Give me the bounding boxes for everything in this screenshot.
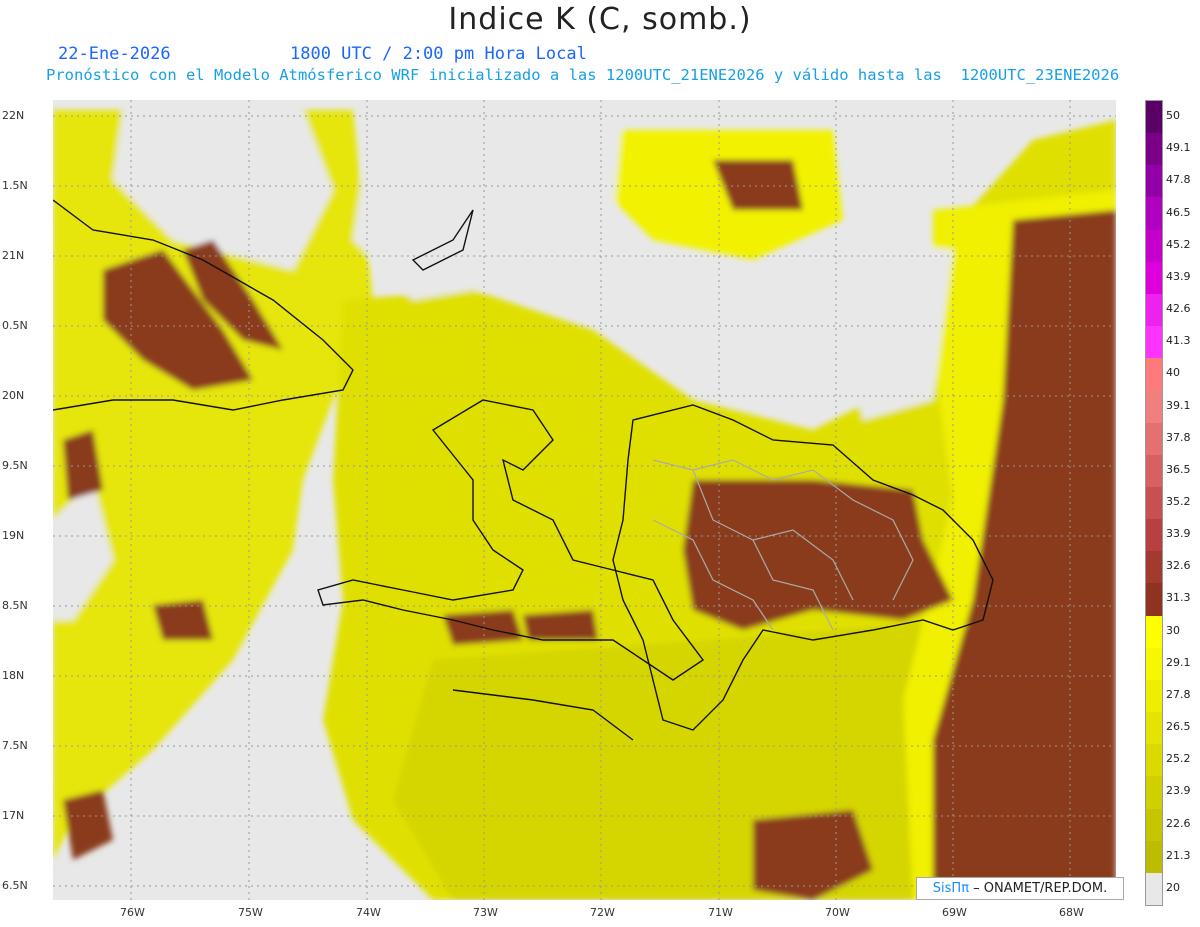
legend-swatch	[1146, 808, 1162, 841]
credit-box: SisПπ – ONAMET/REP.DOM.	[916, 877, 1124, 900]
legend-swatch	[1146, 229, 1162, 262]
lon-label: 69W	[942, 906, 967, 919]
legend-value: 29.1	[1166, 655, 1191, 669]
lat-label: 7.5N	[2, 739, 28, 752]
legend-swatch	[1146, 261, 1162, 294]
legend-swatch	[1146, 551, 1162, 584]
legend-swatch	[1146, 197, 1162, 230]
date-label: 22-Ene-2026	[58, 44, 171, 64]
legend-value: 36.5	[1166, 462, 1191, 476]
legend-value: 46.5	[1166, 205, 1191, 219]
legend-swatch	[1146, 390, 1162, 423]
legend-swatch	[1146, 101, 1162, 134]
legend-value: 22.6	[1166, 816, 1191, 830]
legend-value: 41.3	[1166, 334, 1191, 348]
legend-swatch	[1146, 326, 1162, 359]
lon-label: 76W	[120, 906, 145, 919]
legend-value: 37.8	[1166, 430, 1191, 444]
model-info: Pronóstico con el Modelo Atmósferico WRF…	[46, 66, 1120, 84]
legend-value: 31.3	[1166, 591, 1191, 605]
lat-label: 17N	[2, 809, 25, 822]
legend-swatch	[1146, 358, 1162, 391]
color-legend	[1145, 100, 1163, 906]
legend-value: 35.2	[1166, 495, 1191, 508]
lat-label: 8.5N	[2, 599, 28, 612]
legend-swatch	[1146, 872, 1162, 905]
legend-value: 42.6	[1166, 302, 1191, 316]
lon-label: 68W	[1059, 906, 1084, 919]
legend-value: 27.8	[1166, 687, 1191, 701]
legend-value: 30	[1166, 623, 1180, 637]
legend-swatch	[1146, 744, 1162, 777]
lat-label: 19N	[2, 529, 25, 542]
legend-value: 33.9	[1166, 527, 1191, 541]
legend-value: 47.8	[1166, 173, 1191, 187]
lat-label: 6.5N	[2, 879, 28, 892]
legend-value: 45.2	[1166, 237, 1191, 251]
legend-swatch	[1146, 712, 1162, 745]
legend-swatch	[1146, 615, 1162, 648]
legend-value: 20	[1166, 880, 1180, 894]
legend-swatch	[1146, 454, 1162, 487]
legend-value: 25.2	[1166, 752, 1191, 766]
legend-swatch	[1146, 293, 1162, 327]
k-index-field	[53, 100, 1116, 900]
lat-label: 21N	[2, 249, 25, 262]
legend-value: 39.1	[1166, 398, 1191, 412]
lat-label: 20N	[2, 389, 25, 402]
legend-value: 32.6	[1166, 559, 1191, 573]
legend-swatch	[1146, 486, 1162, 520]
lat-label: 1.5N	[2, 179, 28, 192]
lon-label: 73W	[473, 906, 498, 919]
credit-text: – ONAMET/REP.DOM.	[969, 881, 1108, 896]
map-title: Indice K (C, somb.)	[448, 2, 752, 37]
lon-label: 74W	[356, 906, 381, 919]
legend-swatch	[1146, 133, 1162, 166]
legend-swatch	[1146, 679, 1162, 713]
lon-label: 75W	[238, 906, 263, 919]
lon-label: 71W	[708, 906, 733, 919]
lat-label: 18N	[2, 669, 25, 682]
lon-label: 70W	[825, 906, 850, 919]
legend-value: 50	[1166, 109, 1180, 123]
legend-value: 26.5	[1166, 720, 1191, 734]
lat-label: 0.5N	[2, 319, 28, 332]
lat-label: 9.5N	[2, 459, 28, 472]
credit-brand: SisПπ	[932, 881, 970, 896]
lon-label: 72W	[590, 906, 615, 919]
legend-value: 23.9	[1166, 784, 1191, 798]
lat-label: 22N	[2, 109, 25, 122]
forecast-map	[53, 100, 1116, 900]
legend-swatch	[1146, 840, 1162, 873]
legend-swatch	[1146, 165, 1162, 198]
legend-swatch	[1146, 422, 1162, 455]
legend-value: 21.3	[1166, 848, 1191, 862]
legend-swatch	[1146, 519, 1162, 552]
legend-swatch	[1146, 776, 1162, 809]
legend-value: 49.1	[1166, 141, 1191, 155]
legend-value: 43.9	[1166, 269, 1191, 283]
legend-swatch	[1146, 583, 1162, 616]
time-label: 1800 UTC / 2:00 pm Hora Local	[290, 44, 587, 64]
legend-value: 40	[1166, 366, 1180, 380]
legend-swatch	[1146, 647, 1162, 680]
